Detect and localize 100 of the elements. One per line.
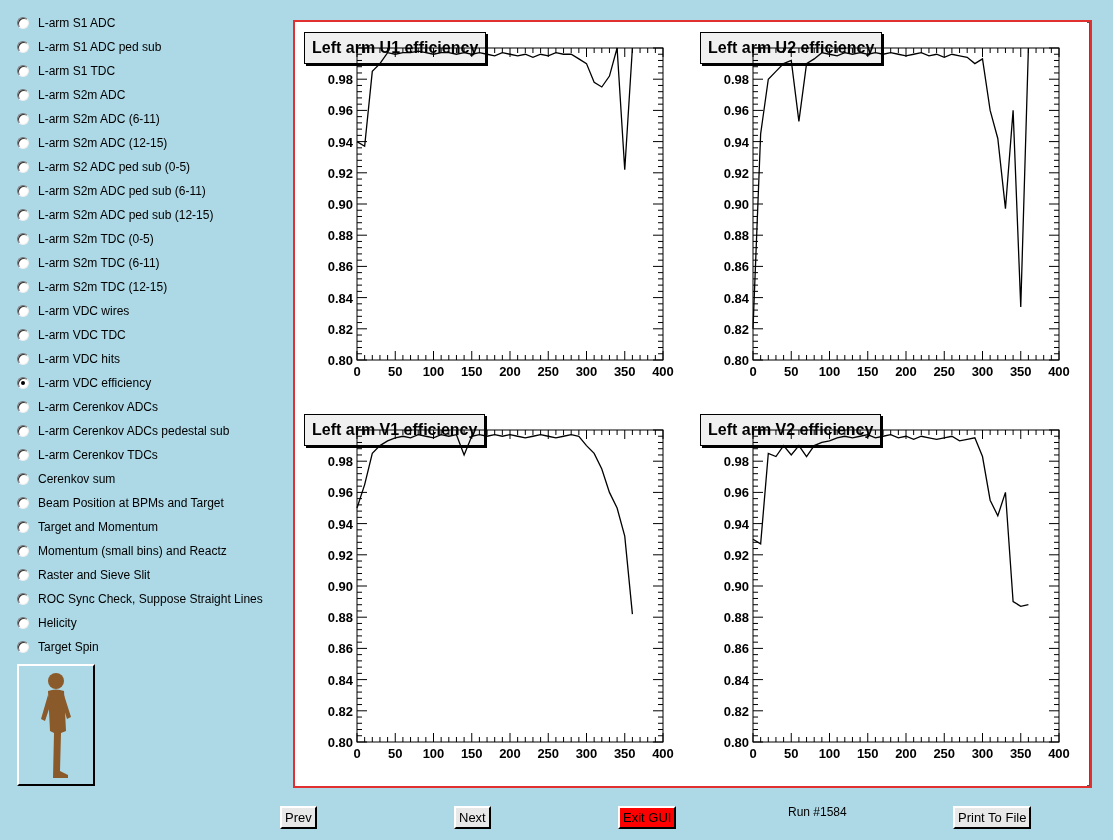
radio-option[interactable]: ROC Sync Check, Suppose Straight Lines (17, 587, 293, 611)
radio-option[interactable]: L-arm S1 TDC (17, 59, 293, 83)
radio-indicator[interactable] (17, 161, 29, 173)
radio-option[interactable]: L-arm S2m ADC (17, 83, 293, 107)
x-tick-label: 300 (971, 746, 994, 761)
y-tick-label: 0.90 (723, 579, 749, 594)
radio-indicator[interactable] (17, 545, 29, 557)
x-tick-label: 250 (537, 364, 560, 379)
exit-button[interactable]: Exit GUI (618, 806, 677, 829)
radio-option[interactable]: L-arm Cerenkov ADCs (17, 395, 293, 419)
radio-option[interactable]: L-arm VDC wires (17, 299, 293, 323)
x-tick-label: 50 (784, 746, 799, 761)
x-tick-label: 0 (353, 746, 361, 761)
radio-indicator[interactable] (17, 257, 29, 269)
x-tick-label: 350 (1009, 364, 1032, 379)
radio-option[interactable]: L-arm S1 ADC ped sub (17, 35, 293, 59)
radio-indicator[interactable] (17, 17, 29, 29)
radio-option[interactable]: Beam Position at BPMs and Target (17, 491, 293, 515)
y-tick-label: 0.98 (327, 72, 353, 88)
radio-option[interactable]: L-arm S2m ADC (6-11) (17, 107, 293, 131)
radio-option[interactable]: L-arm S2m TDC (12-15) (17, 275, 293, 299)
radio-option[interactable]: Target Spin (17, 635, 293, 659)
radio-indicator[interactable] (17, 305, 29, 317)
radio-indicator[interactable] (17, 353, 29, 365)
radio-option[interactable]: L-arm VDC TDC (17, 323, 293, 347)
radio-indicator[interactable] (17, 377, 29, 389)
radio-indicator[interactable] (17, 281, 29, 293)
x-tick-label: 250 (933, 364, 956, 379)
radio-indicator[interactable] (17, 425, 29, 437)
image-button[interactable] (17, 664, 95, 786)
x-tick-label: 250 (933, 746, 956, 761)
y-tick-label: 0.94 (327, 134, 354, 150)
radio-indicator[interactable] (17, 185, 29, 197)
radio-option[interactable]: L-arm VDC efficiency (17, 371, 293, 395)
nav-button[interactable]: Prev (280, 806, 317, 829)
radio-option[interactable]: L-arm S2m ADC ped sub (12-15) (17, 203, 293, 227)
radio-option[interactable]: L-arm S2m TDC (0-5) (17, 227, 293, 251)
radio-option[interactable]: L-arm S2m TDC (6-11) (17, 251, 293, 275)
radio-indicator[interactable] (17, 89, 29, 101)
radio-option[interactable]: L-arm Cerenkov ADCs pedestal sub (17, 419, 293, 443)
radio-indicator[interactable] (17, 569, 29, 581)
radio-indicator[interactable] (17, 401, 29, 413)
radio-option[interactable]: L-arm VDC hits (17, 347, 293, 371)
radio-option[interactable]: L-arm Cerenkov TDCs (17, 443, 293, 467)
y-tick-label: 0.92 (327, 547, 353, 563)
y-tick-label: 0.92 (327, 165, 353, 181)
y-tick-label: 0.98 (723, 72, 749, 88)
y-tick-label: 0.82 (723, 703, 749, 719)
radio-indicator[interactable] (17, 593, 29, 605)
chart-title: Left arm V2 efficiency (700, 414, 882, 446)
x-tick-label: 350 (613, 364, 636, 379)
y-tick-label: 0.90 (327, 579, 353, 594)
radio-indicator[interactable] (17, 521, 29, 533)
radio-indicator[interactable] (17, 641, 29, 653)
x-tick-label: 0 (749, 364, 757, 379)
y-tick-label: 0.82 (327, 321, 353, 337)
radio-indicator[interactable] (17, 473, 29, 485)
x-tick-label: 250 (537, 746, 560, 761)
radio-option[interactable]: L-arm S2m ADC ped sub (6-11) (17, 179, 293, 203)
radio-indicator[interactable] (17, 41, 29, 53)
radio-option[interactable]: L-arm S1 ADC (17, 11, 293, 35)
y-tick-label: 0.96 (327, 485, 353, 501)
x-tick-label: 150 (856, 746, 879, 761)
x-tick-label: 200 (499, 364, 521, 379)
radio-indicator[interactable] (17, 113, 29, 125)
y-tick-label: 0.94 (723, 134, 750, 150)
x-tick-label: 150 (460, 364, 483, 379)
radio-option[interactable]: Helicity (17, 611, 293, 635)
x-tick-label: 50 (784, 364, 799, 379)
x-tick-label: 350 (1009, 746, 1032, 761)
radio-option[interactable]: Target and Momentum (17, 515, 293, 539)
x-tick-label: 300 (575, 746, 598, 761)
radio-indicator[interactable] (17, 65, 29, 77)
y-tick-label: 0.96 (327, 103, 353, 119)
x-tick-label: 100 (422, 364, 445, 379)
y-tick-label: 0.80 (327, 735, 353, 750)
x-tick-label: 200 (895, 746, 917, 761)
radio-option[interactable]: L-arm S2m ADC (12-15) (17, 131, 293, 155)
y-tick-label: 0.88 (327, 228, 353, 244)
y-tick-label: 0.88 (327, 610, 353, 626)
x-tick-label: 50 (388, 746, 403, 761)
x-tick-label: 0 (749, 746, 757, 761)
radio-indicator[interactable] (17, 209, 29, 221)
y-tick-label: 0.84 (723, 672, 750, 688)
radio-option[interactable]: Cerenkov sum (17, 467, 293, 491)
radio-option[interactable]: L-arm S2 ADC ped sub (0-5) (17, 155, 293, 179)
radio-indicator[interactable] (17, 233, 29, 245)
radio-indicator[interactable] (17, 449, 29, 461)
radio-indicator[interactable] (17, 137, 29, 149)
radio-option[interactable]: Momentum (small bins) and Reactz (17, 539, 293, 563)
y-tick-label: 0.84 (723, 290, 750, 306)
radio-indicator[interactable] (17, 329, 29, 341)
x-tick-label: 100 (818, 364, 841, 379)
radio-indicator[interactable] (17, 617, 29, 629)
y-tick-label: 0.82 (327, 703, 353, 719)
nav-button[interactable]: Print To File (953, 806, 1032, 829)
radio-indicator[interactable] (17, 497, 29, 509)
nav-button[interactable]: Next (454, 806, 491, 829)
x-tick-label: 350 (613, 746, 636, 761)
radio-option[interactable]: Raster and Sieve Slit (17, 563, 293, 587)
